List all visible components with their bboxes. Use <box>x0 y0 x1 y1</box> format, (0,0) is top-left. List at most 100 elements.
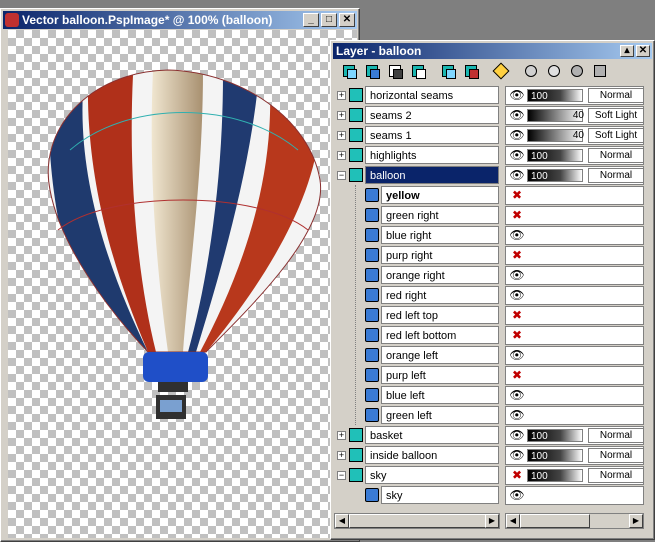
blend-mode-select[interactable]: Normal <box>588 148 644 163</box>
show-all-icon[interactable] <box>546 63 564 81</box>
expand-toggle[interactable]: + <box>337 151 346 160</box>
scroll-right-arrow[interactable]: ▶ <box>485 514 499 528</box>
layer-name[interactable]: red left top <box>381 306 499 324</box>
eye-hidden-icon[interactable]: ✖ <box>509 329 525 342</box>
scroll-thumb[interactable] <box>349 514 487 528</box>
close-button[interactable]: ✕ <box>339 13 355 27</box>
layer-name[interactable]: basket <box>365 426 499 444</box>
eye-hidden-icon[interactable]: ✖ <box>509 249 525 262</box>
opacity-slider[interactable]: 100 <box>527 449 583 462</box>
hide-all-icon[interactable] <box>569 63 587 81</box>
layer-row-green-left[interactable]: green left 👁 <box>334 406 644 425</box>
layer-name[interactable]: highlights <box>365 146 499 164</box>
eye-icon[interactable]: 👁 <box>509 449 525 462</box>
eye-icon[interactable]: 👁 <box>509 129 525 142</box>
eye-icon[interactable]: 👁 <box>509 89 525 102</box>
eye-icon[interactable]: 👁 <box>509 149 525 162</box>
opacity-slider[interactable]: 100 <box>527 429 583 442</box>
layer-row-yellow[interactable]: yellow ✖ <box>334 186 644 205</box>
collapse-toggle[interactable]: − <box>337 171 346 180</box>
layer-row-purp-left[interactable]: purp left ✖ <box>334 366 644 385</box>
eye-hidden-icon[interactable]: ✖ <box>509 189 525 202</box>
layer-palette-titlebar[interactable]: Layer - balloon ▴ ✕ <box>333 43 652 59</box>
palette-close-button[interactable]: ✕ <box>636 45 650 57</box>
eye-icon[interactable]: 👁 <box>509 489 525 502</box>
layer-row-balloon[interactable]: − balloon 👁 100 Normal <box>334 166 644 185</box>
delete-layer-icon[interactable] <box>463 63 481 81</box>
edit-selection-icon[interactable] <box>492 62 511 81</box>
layer-name[interactable]: seams 2 <box>365 106 499 124</box>
minimize-button[interactable]: _ <box>303 13 319 27</box>
blend-mode-select[interactable]: Soft Light <box>588 128 644 143</box>
toggle-visibility-icon[interactable] <box>523 63 541 81</box>
layer-row-inside-balloon[interactable]: + inside balloon 👁 100 Normal <box>334 446 644 465</box>
eye-icon[interactable]: 👁 <box>509 389 525 402</box>
layer-row-orange-left[interactable]: orange left 👁 <box>334 346 644 365</box>
layer-row-purp-right[interactable]: purp right ✖ <box>334 246 644 265</box>
expand-toggle[interactable]: + <box>337 91 346 100</box>
opacity-slider[interactable]: 100 <box>527 169 583 182</box>
blend-mode-select[interactable]: Soft Light <box>588 108 644 123</box>
eye-icon[interactable]: 👁 <box>509 269 525 282</box>
balloon-artwork[interactable] <box>8 30 357 538</box>
expand-toggle[interactable]: + <box>337 431 346 440</box>
new-vector-layer-icon[interactable] <box>364 63 382 81</box>
layer-row-basket[interactable]: + basket 👁 100 Normal <box>334 426 644 445</box>
eye-hidden-icon[interactable]: ✖ <box>509 209 525 222</box>
opacity-slider[interactable]: 100 <box>527 149 583 162</box>
scroll-thumb[interactable] <box>520 514 590 528</box>
layer-name[interactable]: sky <box>365 466 499 484</box>
eye-icon[interactable]: 👁 <box>509 349 525 362</box>
scroll-left-arrow[interactable]: ◀ <box>506 514 520 528</box>
blend-mode-select[interactable]: Normal <box>588 428 644 443</box>
eye-icon[interactable]: 👁 <box>509 289 525 302</box>
layer-name[interactable]: yellow <box>381 186 499 204</box>
new-mask-layer-icon[interactable] <box>387 63 405 81</box>
eye-icon[interactable]: 👁 <box>509 169 525 182</box>
expand-toggle[interactable]: + <box>337 451 346 460</box>
layer-name[interactable]: green left <box>381 406 499 424</box>
layer-name[interactable]: seams 1 <box>365 126 499 144</box>
layer-row-red-right[interactable]: red right 👁 <box>334 286 644 305</box>
layer-name[interactable]: inside balloon <box>365 446 499 464</box>
new-raster-layer-icon[interactable] <box>341 63 359 81</box>
layer-name[interactable]: green right <box>381 206 499 224</box>
layer-row-green-right[interactable]: green right ✖ <box>334 206 644 225</box>
layer-row-horizontal-seams[interactable]: + horizontal seams 👁 100 Normal <box>334 86 644 105</box>
scroll-right-arrow[interactable]: ▶ <box>629 514 643 528</box>
blend-mode-select[interactable]: Normal <box>588 168 644 183</box>
collapse-toggle[interactable]: − <box>337 471 346 480</box>
layer-row-orange-right[interactable]: orange right 👁 <box>334 266 644 285</box>
blend-mode-select[interactable]: Normal <box>588 448 644 463</box>
palette-rollup-button[interactable]: ▴ <box>620 45 634 57</box>
duplicate-layer-icon[interactable] <box>440 63 458 81</box>
layer-name[interactable]: orange right <box>381 266 499 284</box>
expand-toggle[interactable]: + <box>337 131 346 140</box>
layer-name[interactable]: red right <box>381 286 499 304</box>
layer-name[interactable]: orange left <box>381 346 499 364</box>
layer-row-seams-2[interactable]: + seams 2 👁 40 Soft Light <box>334 106 644 125</box>
blend-mode-select[interactable]: Normal <box>588 468 644 483</box>
eye-hidden-icon[interactable]: ✖ <box>509 369 525 382</box>
layer-row-highlights[interactable]: + highlights 👁 100 Normal <box>334 146 644 165</box>
scroll-left-arrow[interactable]: ◀ <box>335 514 349 528</box>
eye-icon[interactable]: 👁 <box>509 429 525 442</box>
layer-name[interactable]: blue left <box>381 386 499 404</box>
opacity-slider[interactable]: 100 <box>527 469 583 482</box>
eye-hidden-icon[interactable]: ✖ <box>509 469 525 482</box>
layer-names-scrollbar[interactable]: ◀ ▶ <box>334 513 500 529</box>
image-window-titlebar[interactable]: Vector balloon.PspImage* @ 100% (balloon… <box>3 11 357 29</box>
layer-name[interactable]: balloon <box>365 166 499 184</box>
eye-icon[interactable]: 👁 <box>509 229 525 242</box>
maximize-button[interactable]: □ <box>321 13 337 27</box>
image-canvas[interactable] <box>8 30 357 538</box>
new-adjustment-layer-icon[interactable] <box>410 63 428 81</box>
layer-row-blue-left[interactable]: blue left 👁 <box>334 386 644 405</box>
opacity-slider[interactable]: 100 <box>527 89 583 102</box>
layer-row-sky-vector[interactable]: sky 👁 <box>334 486 644 505</box>
layer-row-red-left-top[interactable]: red left top ✖ <box>334 306 644 325</box>
layer-name[interactable]: sky <box>381 486 499 504</box>
layer-row-sky-group[interactable]: − sky ✖ 100 Normal <box>334 466 644 485</box>
layer-row-seams-1[interactable]: + seams 1 👁 40 Soft Light <box>334 126 644 145</box>
layer-name[interactable]: red left bottom <box>381 326 499 344</box>
